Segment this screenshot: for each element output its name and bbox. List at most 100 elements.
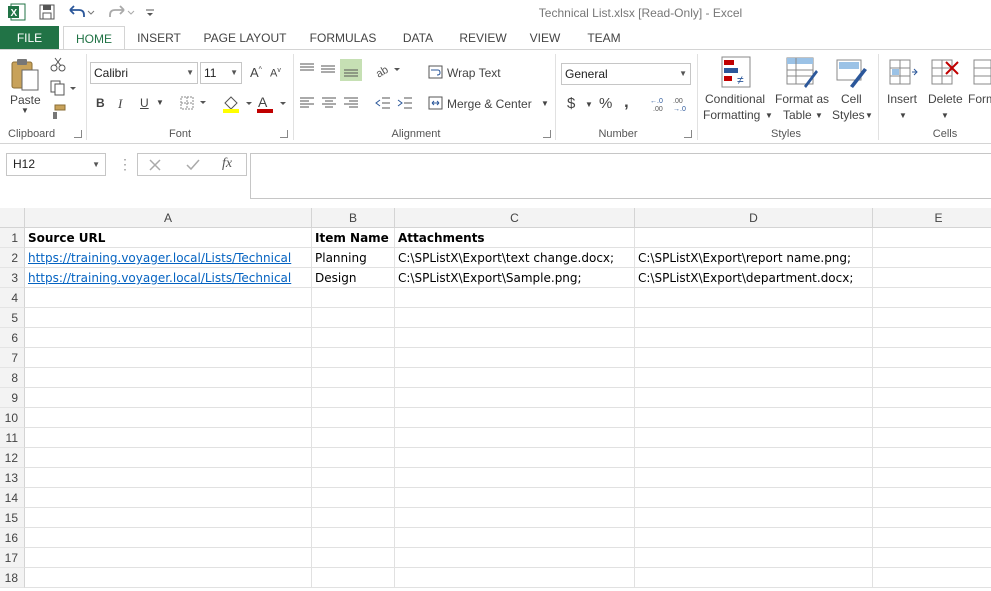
cell-e18[interactable] [873, 568, 991, 588]
select-all-corner[interactable] [0, 208, 25, 228]
row-header[interactable]: 3 [0, 268, 25, 288]
column-header-a[interactable]: A [25, 208, 312, 228]
cancel-icon[interactable] [149, 159, 161, 174]
cell-e16[interactable] [873, 528, 991, 548]
cell-c7[interactable] [395, 348, 635, 368]
cell-a10[interactable] [25, 408, 312, 428]
cell-b10[interactable] [312, 408, 395, 428]
cell-b15[interactable] [312, 508, 395, 528]
format-as-table-label-2[interactable]: Table [783, 108, 812, 122]
tab-review[interactable]: REVIEW [454, 26, 512, 50]
cell-styles-label-2[interactable]: Styles [832, 108, 865, 122]
cell-a5[interactable] [25, 308, 312, 328]
cell-d12[interactable] [635, 448, 873, 468]
row-header[interactable]: 8 [0, 368, 25, 388]
format-as-table-dropdown-icon[interactable]: ▼ [815, 111, 823, 120]
cell-c9[interactable] [395, 388, 635, 408]
tab-team[interactable]: TEAM [578, 26, 630, 50]
cell-b9[interactable] [312, 388, 395, 408]
tab-data[interactable]: DATA [394, 26, 442, 50]
cell-styles-label-1[interactable]: Cell [841, 92, 862, 106]
cell-e2[interactable] [873, 248, 991, 268]
cell-styles-icon[interactable] [836, 56, 868, 93]
number-launcher-icon[interactable] [684, 130, 692, 138]
clipboard-launcher-icon[interactable] [74, 130, 82, 138]
paste-icon[interactable] [9, 58, 41, 97]
cell-a7[interactable] [25, 348, 312, 368]
decrease-font-icon[interactable]: Av [270, 67, 281, 80]
cell-d1[interactable] [635, 228, 873, 248]
cell-b8[interactable] [312, 368, 395, 388]
cell-c12[interactable] [395, 448, 635, 468]
underline-dropdown-icon[interactable]: ▼ [156, 98, 164, 107]
cell-a16[interactable] [25, 528, 312, 548]
cell-styles-dropdown-icon[interactable]: ▼ [865, 111, 873, 120]
increase-indent-icon[interactable] [397, 96, 413, 113]
increase-decimal-icon[interactable]: ←.0.00 [650, 96, 668, 115]
row-header[interactable]: 12 [0, 448, 25, 468]
insert-cells-button[interactable]: Insert [887, 92, 917, 106]
format-as-table-label-1[interactable]: Format as [775, 92, 829, 106]
font-launcher-icon[interactable] [280, 130, 288, 138]
merge-center-icon[interactable] [428, 96, 444, 113]
cell-a12[interactable] [25, 448, 312, 468]
top-align-icon[interactable] [299, 62, 315, 79]
row-header[interactable]: 16 [0, 528, 25, 548]
column-header-c[interactable]: C [395, 208, 635, 228]
currency-button[interactable]: $ [567, 95, 575, 112]
cell-e14[interactable] [873, 488, 991, 508]
font-name-combo[interactable]: Calibri ▼ [90, 62, 198, 84]
formula-input[interactable] [250, 153, 991, 199]
cell-a11[interactable] [25, 428, 312, 448]
cell-b17[interactable] [312, 548, 395, 568]
row-header[interactable]: 4 [0, 288, 25, 308]
cell-c13[interactable] [395, 468, 635, 488]
conditional-formatting-label-2[interactable]: Formatting [703, 108, 760, 122]
wrap-text-button[interactable]: Wrap Text [447, 66, 501, 80]
row-header[interactable]: 11 [0, 428, 25, 448]
cell-c14[interactable] [395, 488, 635, 508]
row-header[interactable]: 6 [0, 328, 25, 348]
row-header[interactable]: 15 [0, 508, 25, 528]
cell-a4[interactable] [25, 288, 312, 308]
wrap-text-icon[interactable] [428, 65, 444, 82]
cell-e10[interactable] [873, 408, 991, 428]
delete-dropdown-icon[interactable]: ▼ [941, 111, 949, 120]
cell-e11[interactable] [873, 428, 991, 448]
cell-b2[interactable]: Planning [312, 248, 395, 268]
row-header[interactable]: 17 [0, 548, 25, 568]
conditional-formatting-icon[interactable]: ≠ [721, 56, 753, 93]
cell-e17[interactable] [873, 548, 991, 568]
cell-c8[interactable] [395, 368, 635, 388]
fill-color-icon[interactable] [222, 94, 254, 117]
format-painter-icon[interactable] [50, 104, 66, 123]
currency-dropdown-icon[interactable]: ▼ [585, 100, 593, 109]
cell-a6[interactable] [25, 328, 312, 348]
cell-b11[interactable] [312, 428, 395, 448]
cell-e1[interactable] [873, 228, 991, 248]
cell-b6[interactable] [312, 328, 395, 348]
cell-c17[interactable] [395, 548, 635, 568]
cell-c18[interactable] [395, 568, 635, 588]
cell-c4[interactable] [395, 288, 635, 308]
cell-d5[interactable] [635, 308, 873, 328]
conditional-formatting-label-1[interactable]: Conditional [705, 92, 765, 106]
format-cells-button[interactable]: Form [968, 92, 991, 106]
underline-button[interactable]: U [140, 96, 149, 110]
row-header[interactable]: 13 [0, 468, 25, 488]
cell-a15[interactable] [25, 508, 312, 528]
row-header[interactable]: 5 [0, 308, 25, 328]
tab-formulas[interactable]: FORMULAS [304, 26, 382, 50]
cell-b5[interactable] [312, 308, 395, 328]
cell-d11[interactable] [635, 428, 873, 448]
borders-icon[interactable] [180, 96, 208, 113]
cell-e13[interactable] [873, 468, 991, 488]
italic-button[interactable]: I [118, 96, 122, 112]
column-header-d[interactable]: D [635, 208, 873, 228]
font-size-combo[interactable]: 11 ▼ [200, 62, 242, 84]
cell-b16[interactable] [312, 528, 395, 548]
merge-center-button[interactable]: Merge & Center [447, 97, 532, 111]
row-header[interactable]: 2 [0, 248, 25, 268]
cell-d6[interactable] [635, 328, 873, 348]
enter-icon[interactable] [186, 159, 200, 174]
